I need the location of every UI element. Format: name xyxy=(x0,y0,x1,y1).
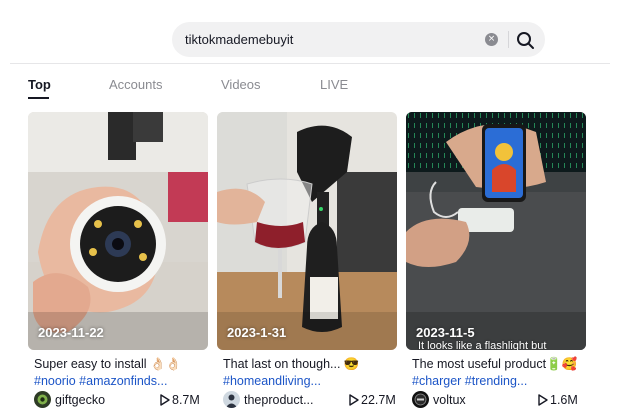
search-icon xyxy=(517,32,534,49)
view-count: 8.7M xyxy=(172,393,200,407)
avatar[interactable] xyxy=(34,391,51,408)
video-overlay-caption: It looks like a flashlight but xyxy=(418,340,547,350)
view-count: 1.6M xyxy=(550,393,578,407)
tab-live[interactable]: LIVE xyxy=(320,77,348,92)
header-divider xyxy=(10,63,610,64)
play-icon xyxy=(349,394,359,406)
author-name[interactable]: giftgecko xyxy=(55,393,105,407)
video-hashtags[interactable]: #homeandliving... xyxy=(223,374,321,388)
tab-accounts[interactable]: Accounts xyxy=(109,77,162,92)
video-date: 2023-11-5 xyxy=(416,325,475,340)
avatar[interactable] xyxy=(412,391,429,408)
video-description: That last on though... 😎 xyxy=(223,357,360,371)
search-bar[interactable]: tiktokmademebuyit × xyxy=(172,22,545,57)
tab-videos[interactable]: Videos xyxy=(221,77,261,92)
clear-search-icon[interactable]: × xyxy=(485,33,498,46)
video-hashtags[interactable]: #noorio #amazonfinds... xyxy=(34,374,167,388)
video-date: 2023-11-22 xyxy=(38,325,104,340)
search-input[interactable]: tiktokmademebuyit xyxy=(185,32,293,47)
video-date: 2023-1-31 xyxy=(227,325,287,340)
author-name[interactable]: voltux xyxy=(433,393,466,407)
author-name[interactable]: theproduct... xyxy=(244,393,314,407)
video-thumbnail[interactable]: 2023-1-31 xyxy=(217,112,397,350)
video-thumbnail[interactable]: 2023-11-22 xyxy=(28,112,208,350)
video-description: The most useful product🔋🥰 xyxy=(412,357,578,371)
charger-thumbnail-image xyxy=(406,112,586,350)
video-thumbnail[interactable]: 2023-11-5 It looks like a flashlight but xyxy=(406,112,586,350)
play-icon xyxy=(160,394,170,406)
play-icon xyxy=(538,394,548,406)
author-row[interactable]: voltux 1.6M xyxy=(412,391,588,409)
author-row[interactable]: theproduct... 22.7M xyxy=(223,391,399,409)
tab-top[interactable]: Top xyxy=(28,77,51,92)
video-hashtags[interactable]: #charger #trending... xyxy=(412,374,527,388)
video-description: Super easy to install 👌🏻👌🏻 xyxy=(34,357,182,371)
wine-aerator-thumbnail-image xyxy=(217,112,397,350)
view-count: 22.7M xyxy=(361,393,396,407)
search-button[interactable] xyxy=(513,28,537,52)
author-row[interactable]: giftgecko 8.7M xyxy=(34,391,210,409)
search-divider xyxy=(508,31,509,48)
active-tab-indicator xyxy=(28,97,49,99)
avatar[interactable] xyxy=(223,391,240,408)
camera-thumbnail-image xyxy=(28,112,208,350)
